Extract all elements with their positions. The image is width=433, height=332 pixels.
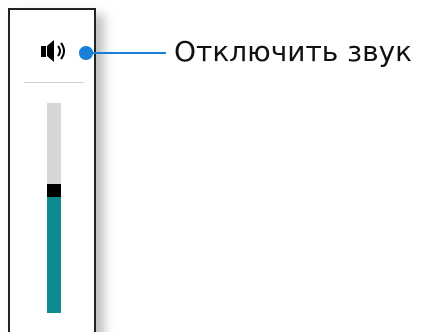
volume-tooltip-screenshot: Отключить звук: [0, 0, 433, 332]
callout-label: Отключить звук: [174, 35, 413, 68]
divider: [24, 82, 84, 83]
volume-slider-thumb[interactable]: [47, 184, 61, 197]
callout-dot: [79, 46, 93, 60]
volume-level-fill: [47, 197, 61, 313]
volume-slider[interactable]: [47, 103, 61, 313]
mute-button[interactable]: [40, 37, 76, 65]
callout-line: [86, 52, 166, 54]
speaker-icon: [40, 37, 76, 65]
